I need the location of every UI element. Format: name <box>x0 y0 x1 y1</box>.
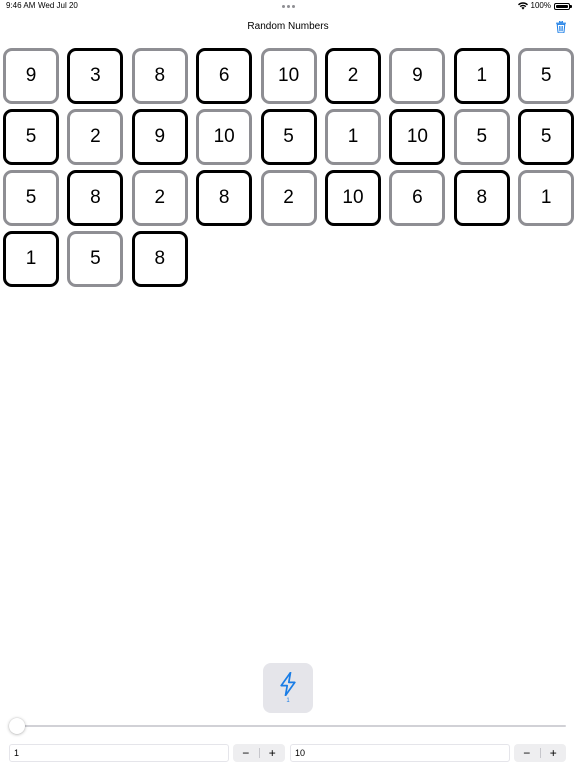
min-increment-button[interactable]: + <box>260 744 286 762</box>
number-tile[interactable]: 9 <box>3 48 59 104</box>
number-tile[interactable]: 6 <box>196 48 253 104</box>
number-tile[interactable]: 10 <box>325 170 381 226</box>
number-tile[interactable]: 2 <box>131 170 188 226</box>
min-decrement-button[interactable]: − <box>233 744 259 762</box>
multitasking-dots-icon[interactable] <box>282 5 295 8</box>
number-tile[interactable]: 1 <box>3 231 59 287</box>
status-right: 100% <box>517 1 572 11</box>
max-stepper[interactable]: − + <box>514 744 566 762</box>
slider-thumb[interactable] <box>9 718 25 734</box>
slider-track[interactable] <box>9 725 566 727</box>
wifi-icon <box>517 2 528 10</box>
page-title: Random Numbers <box>247 21 329 32</box>
number-tile[interactable]: 5 <box>518 109 575 165</box>
min-stepper[interactable]: − + <box>233 744 285 762</box>
number-tile[interactable]: 2 <box>67 109 124 165</box>
battery-icon <box>554 2 572 10</box>
number-tile[interactable]: 1 <box>453 48 510 104</box>
number-tile[interactable]: 6 <box>389 170 446 226</box>
number-tile[interactable]: 1 <box>325 109 381 165</box>
battery-percentage: 100% <box>530 1 551 10</box>
number-tile[interactable]: 10 <box>389 109 446 165</box>
number-tile[interactable]: 8 <box>453 170 510 226</box>
status-date: Wed Jul 20 <box>38 1 78 10</box>
number-tile[interactable]: 5 <box>67 231 124 287</box>
app-screen: 9:46 AM Wed Jul 20 100% Random Numbers 9… <box>0 0 576 768</box>
min-value-field[interactable]: 1 <box>9 744 229 762</box>
status-time: 9:46 AM <box>6 1 36 10</box>
number-tile[interactable]: 5 <box>453 109 510 165</box>
number-tile[interactable]: 1 <box>518 170 575 226</box>
number-tile[interactable]: 9 <box>131 109 188 165</box>
max-increment-button[interactable]: + <box>541 744 567 762</box>
number-tile[interactable]: 5 <box>518 48 575 104</box>
generate-count: 1 <box>286 697 290 704</box>
number-tile[interactable]: 5 <box>3 109 59 165</box>
number-tile[interactable]: 2 <box>325 48 381 104</box>
max-value-field[interactable]: 10 <box>290 744 510 762</box>
trash-icon <box>556 21 566 33</box>
count-slider[interactable] <box>9 718 566 734</box>
generate-button[interactable]: 1 <box>263 663 313 713</box>
bolt-icon <box>280 671 296 696</box>
max-decrement-button[interactable]: − <box>514 744 540 762</box>
battery-fill <box>556 4 568 8</box>
number-tile[interactable]: 10 <box>260 48 317 104</box>
number-tile[interactable]: 5 <box>3 170 59 226</box>
number-tile[interactable]: 8 <box>131 48 188 104</box>
number-tile[interactable]: 10 <box>196 109 253 165</box>
status-bar: 9:46 AM Wed Jul 20 100% <box>0 0 576 12</box>
number-tile[interactable]: 8 <box>131 231 188 287</box>
number-tile[interactable]: 5 <box>260 109 317 165</box>
number-tile[interactable]: 3 <box>67 48 124 104</box>
trash-button[interactable] <box>554 19 568 35</box>
number-tile[interactable]: 8 <box>67 170 124 226</box>
number-tile[interactable]: 8 <box>196 170 253 226</box>
number-tile[interactable]: 2 <box>260 170 317 226</box>
number-tile[interactable]: 9 <box>389 48 446 104</box>
